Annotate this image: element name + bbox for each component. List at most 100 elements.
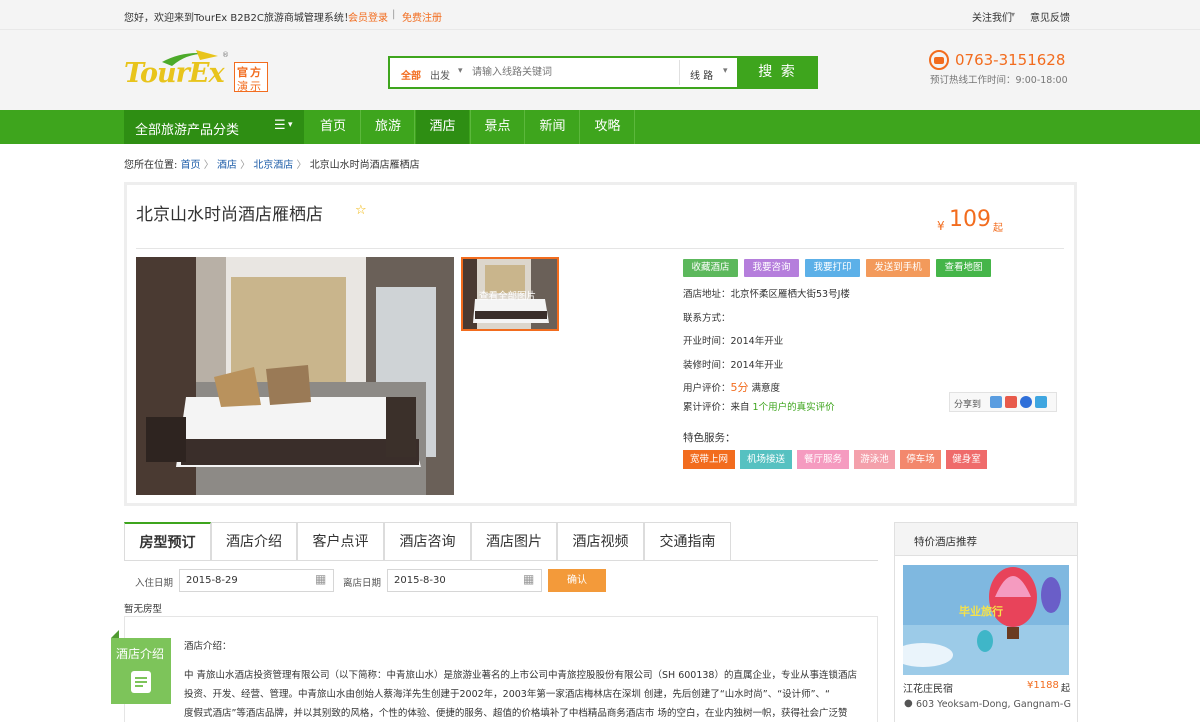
all-categories-label: 全部旅游产品分类: [135, 123, 240, 138]
breadcrumb-hotel[interactable]: 酒店: [217, 160, 237, 171]
hotel-opened: 开业时间：2014年开业: [683, 333, 783, 347]
service-tag: 健身室: [946, 450, 987, 469]
header: TourEx ® 官方 演示 全部 出发 ▾ 线 路 ▾ 搜 索 0763-31…: [0, 30, 1200, 110]
tab-hotel-intro[interactable]: 酒店介绍: [211, 522, 297, 560]
nav-divider: [470, 110, 471, 144]
reviews-label: 累计评价：来自: [683, 402, 750, 413]
badge-fold: [111, 630, 119, 638]
reviews-count-link[interactable]: 1个用户的真实评价: [753, 402, 835, 413]
more-share-icon[interactable]: [1035, 396, 1047, 408]
view-map-button[interactable]: 查看地图: [936, 259, 991, 277]
special-hotel-price-suffix: 起: [1061, 684, 1071, 694]
opened-value: 2014年开业: [730, 336, 784, 347]
breadcrumb-sep: 〉: [203, 160, 214, 171]
banner-text: 毕业旅行: [959, 605, 1003, 618]
qzone-share-icon[interactable]: [990, 396, 1002, 408]
contact-label: 联系方式：: [683, 313, 731, 324]
nav-divider: [414, 110, 415, 144]
nav-item-scenic[interactable]: 景点: [471, 110, 524, 144]
search-button[interactable]: 搜 索: [737, 58, 818, 87]
star-icon[interactable]: ☆: [355, 203, 367, 218]
nav-item-travel[interactable]: 旅游: [362, 110, 414, 144]
special-hotel-name[interactable]: 江花庄民宿: [903, 680, 953, 695]
tab-video[interactable]: 酒店视频: [557, 522, 644, 560]
view-all-photos-label: 查看全部图片: [479, 291, 537, 302]
calendar-icon[interactable]: ▦: [523, 572, 534, 586]
nav-divider: [360, 110, 361, 144]
send-to-phone-button[interactable]: 发送到手机: [866, 259, 930, 277]
search-type-select[interactable]: 出发: [430, 67, 450, 82]
hotel-address: 酒店地址：北京怀柔区雁栖大街53号J楼: [683, 286, 850, 300]
tab-photos[interactable]: 酒店图片: [471, 522, 557, 560]
share-bar: 分享到: [949, 392, 1057, 412]
renovated-value: 2014年开业: [730, 360, 784, 371]
balloons-image: [903, 565, 1069, 675]
phone-icon: [928, 50, 950, 70]
main-nav: 全部旅游产品分类 ☰ ▾ 首页 旅游 酒店 景点 新闻 攻略: [0, 110, 1200, 144]
hotel-reviews: 累计评价：来自 1个用户的真实评价: [683, 399, 835, 413]
baidu-share-icon[interactable]: [1020, 396, 1032, 408]
hotel-name: 北京山水时尚酒店雁栖店: [136, 205, 323, 225]
list-icon: ☰: [274, 118, 286, 133]
share-label: 分享到: [954, 400, 982, 410]
intro-title: 酒店介绍：: [184, 641, 232, 652]
no-rooms-text: 暂无房型: [124, 604, 163, 615]
tab-consult[interactable]: 酒店咨询: [384, 522, 471, 560]
service-tag: 餐厅服务: [797, 450, 849, 469]
logo-badge-line2: 演示: [237, 80, 263, 93]
checkin-label: 入住日期: [135, 578, 174, 589]
logo-text: TourEx: [124, 58, 225, 89]
services-label: 特色服务：: [683, 432, 736, 444]
nav-item-hotel[interactable]: 酒店: [416, 110, 469, 144]
rating-label: 用户评价：: [683, 383, 731, 394]
all-categories-menu[interactable]: 全部旅游产品分类 ☰ ▾: [124, 110, 304, 144]
checkin-date-input[interactable]: 2015-8-29: [179, 569, 334, 592]
special-hotel-price: ¥1188: [1027, 680, 1059, 691]
consult-button[interactable]: 我要咨询: [744, 259, 799, 277]
search-scope[interactable]: 全部: [401, 67, 421, 82]
special-hotel-image[interactable]: 毕业旅行: [903, 565, 1069, 675]
nav-item-home[interactable]: 首页: [306, 110, 360, 144]
welcome-text: 您好，欢迎来到TourEx B2B2C旅游商城管理系统！: [124, 13, 354, 24]
nav-item-news[interactable]: 新闻: [526, 110, 579, 144]
hotel-price: 109: [949, 207, 991, 232]
intro-side-badge: 酒店介绍: [111, 638, 171, 704]
special-hotel-address: 603 Yeoksam-Dong, Gangnam-G: [916, 699, 1071, 710]
document-icon: [131, 671, 151, 693]
address-value: 北京怀柔区雁栖大街53号J楼: [730, 289, 850, 300]
chevron-down-icon: ▾: [723, 66, 728, 76]
checkout-date-input[interactable]: 2015-8-30: [387, 569, 542, 592]
hotel-renovated: 装修时间：2014年开业: [683, 357, 783, 371]
feedback-link[interactable]: 意见反馈: [1030, 9, 1070, 24]
sidebar-header: 特价酒店推荐: [895, 523, 1077, 556]
calendar-icon[interactable]: ▦: [315, 572, 326, 586]
follow-us-link[interactable]: 关注我们: [972, 9, 1012, 24]
search-category-select[interactable]: 线 路: [690, 67, 713, 82]
tab-reviews[interactable]: 客户点评: [297, 522, 384, 560]
registered-mark: ®: [222, 51, 229, 59]
service-tag: 机场接送: [740, 450, 792, 469]
hotel-thumbnail[interactable]: 查看全部图片: [461, 257, 559, 331]
confirm-button[interactable]: 确认: [548, 569, 606, 592]
hotel-main-photo[interactable]: [136, 257, 454, 495]
breadcrumb-current: 北京山水时尚酒店雁栖店: [309, 160, 420, 171]
chevron-down-icon: ▾: [458, 66, 463, 76]
price-suffix: 起: [993, 223, 1003, 234]
nav-item-guides[interactable]: 攻略: [581, 110, 634, 144]
breadcrumb-beijing-hotel[interactable]: 北京酒店: [253, 160, 293, 171]
checkout-label: 离店日期: [343, 578, 382, 589]
register-link[interactable]: 免费注册: [402, 9, 442, 24]
tab-room-booking[interactable]: 房型预订: [124, 522, 211, 560]
hotline-hours: 预订热线工作时间：9:00-18:00: [930, 75, 1068, 86]
search-input[interactable]: [472, 60, 680, 85]
favorite-hotel-button[interactable]: 收藏酒店: [683, 259, 738, 277]
address-label: 酒店地址：: [683, 289, 731, 300]
login-link[interactable]: 会员登录: [348, 9, 388, 24]
breadcrumb-home[interactable]: 首页: [181, 160, 201, 171]
breadcrumb-prefix: 您所在位置:: [124, 160, 178, 171]
weibo-share-icon[interactable]: [1005, 396, 1017, 408]
print-button[interactable]: 我要打印: [805, 259, 860, 277]
site-logo[interactable]: TourEx ® 官方 演示: [122, 48, 272, 98]
tab-transport[interactable]: 交通指南: [644, 522, 731, 560]
hotline-number: 0763-3151628: [955, 51, 1066, 69]
